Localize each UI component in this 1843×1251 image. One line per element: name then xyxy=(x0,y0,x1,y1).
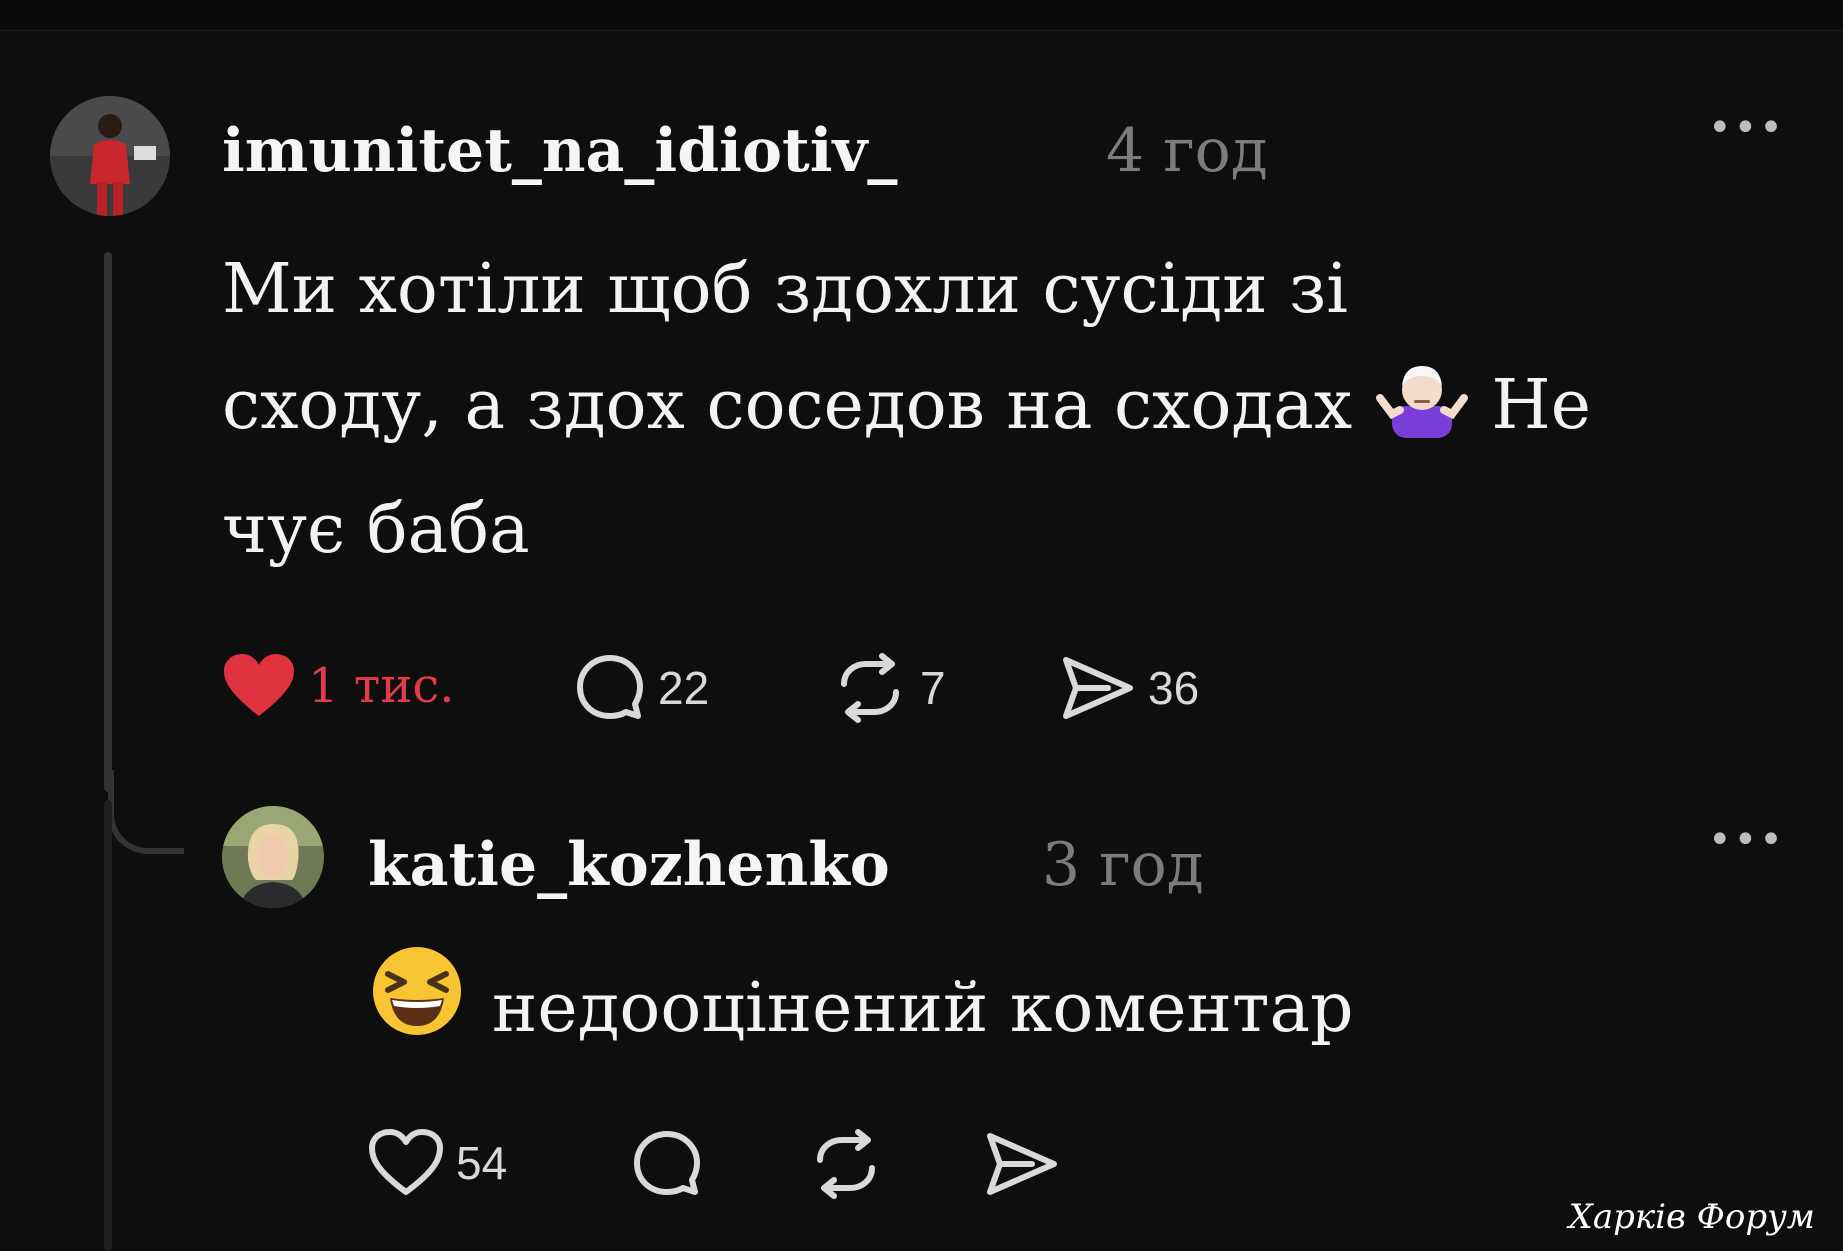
comment-text-segment: сходу, а здох соседов на сходах xyxy=(222,366,1353,445)
like-button[interactable]: 1 тис. xyxy=(222,652,454,720)
comment-text: Ми хотіли щоб здохли сусіди зі сходу, а … xyxy=(222,232,1822,588)
send-icon xyxy=(987,1133,1057,1195)
repost-count: 7 xyxy=(920,662,946,714)
heart-filled-icon xyxy=(224,654,294,716)
reply-text: недооцінений коментар xyxy=(370,944,1770,1074)
like-button[interactable]: 54 xyxy=(368,1128,507,1198)
user-avatar-image xyxy=(222,806,324,908)
thread-line-continuation xyxy=(104,800,112,1251)
comment-text-line: сходу, а здох соседов на сходах Не xyxy=(222,348,1822,472)
repost-icon xyxy=(841,653,899,723)
share-button[interactable]: 36 xyxy=(1060,652,1199,724)
username[interactable]: imunitet_na_idiotiv_ xyxy=(222,116,897,186)
person-shrugging-emoji-icon xyxy=(1374,350,1470,472)
comment-text-line: Ми хотіли щоб здохли сусіди зі xyxy=(222,250,1349,329)
avatar[interactable] xyxy=(222,806,324,908)
send-icon xyxy=(1063,657,1133,719)
repost-button[interactable] xyxy=(808,1128,884,1200)
like-count: 54 xyxy=(456,1137,508,1189)
speech-bubble-icon xyxy=(577,655,643,719)
comment-text-line: чує баба xyxy=(222,489,530,569)
comment-text-segment: Не xyxy=(1491,366,1591,445)
share-count: 36 xyxy=(1148,662,1200,714)
repost-button[interactable]: 7 xyxy=(832,652,946,724)
username[interactable]: katie_kozhenko xyxy=(368,830,890,900)
avatar[interactable] xyxy=(50,96,170,216)
comment-button[interactable]: 22 xyxy=(574,652,709,724)
timestamp: 4 год xyxy=(1106,116,1268,186)
timestamp: 3 год xyxy=(1042,830,1204,900)
repost-icon xyxy=(817,1129,875,1199)
more-options-icon[interactable]: ••• xyxy=(1708,820,1785,860)
top-bar xyxy=(0,0,1843,31)
thread-line xyxy=(104,252,112,792)
like-count: 1 тис. xyxy=(308,658,455,714)
more-options-icon[interactable]: ••• xyxy=(1708,108,1785,148)
heart-outline-icon xyxy=(369,1129,443,1195)
user-avatar-image xyxy=(50,96,170,216)
speech-bubble-icon xyxy=(634,1131,700,1195)
share-button[interactable] xyxy=(984,1128,1060,1200)
reply-branch-connector xyxy=(108,770,184,854)
laughing-squinting-face-emoji-icon xyxy=(370,944,464,1074)
comment-count: 22 xyxy=(658,662,710,714)
comment-button[interactable] xyxy=(630,1128,704,1200)
watermark: Харків Форум xyxy=(1568,1197,1815,1237)
reply-text-content: недооцінений коментар xyxy=(492,969,1354,1048)
